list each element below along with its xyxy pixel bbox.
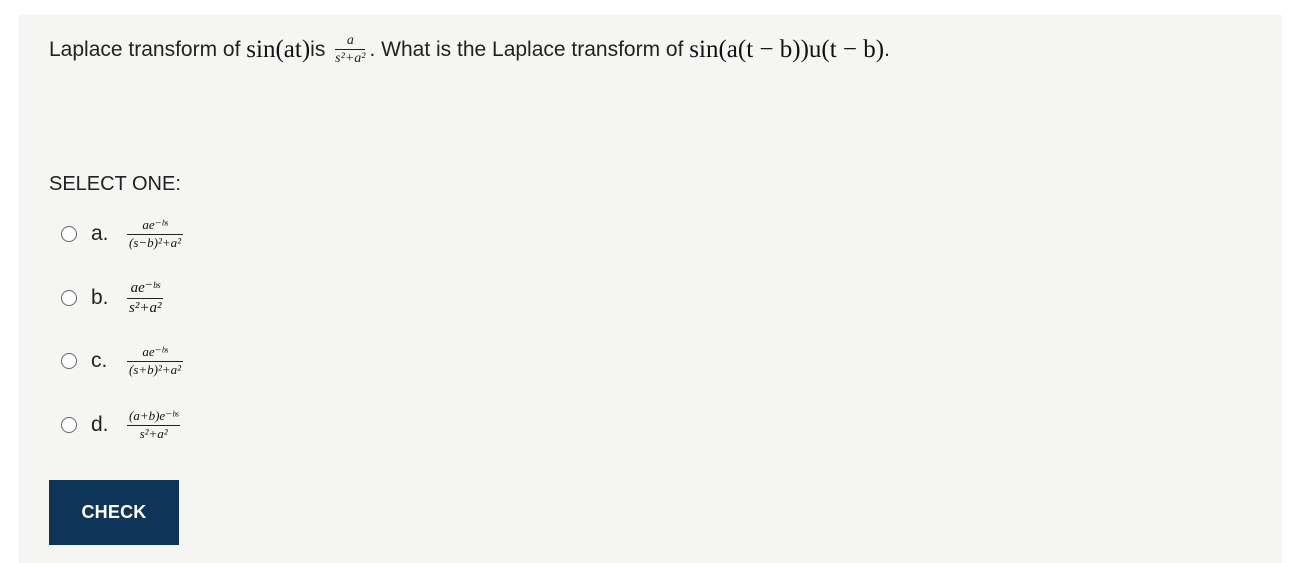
option-numerator: (a+b)e⁻ᵇˢ bbox=[129, 408, 179, 424]
check-button[interactable]: CHECK bbox=[49, 480, 179, 545]
option-b[interactable]: b. ae⁻ᵇˢ s²+a² bbox=[61, 277, 167, 319]
option-b-fraction: ae⁻ᵇˢ s²+a² bbox=[127, 280, 164, 316]
option-c[interactable]: c. ae⁻ᵇˢ (s+b)²+a² bbox=[61, 340, 187, 382]
question-middle: . What is the Laplace transform of bbox=[369, 37, 684, 61]
option-d[interactable]: d. (a+b)e⁻ᵇˢ s²+a² bbox=[61, 404, 184, 446]
fraction-bar bbox=[335, 49, 366, 51]
question-fraction-numerator: a bbox=[346, 33, 354, 48]
question-suffix: . bbox=[884, 37, 890, 61]
radio-button-d[interactable] bbox=[61, 417, 77, 433]
radio-button-b[interactable] bbox=[61, 290, 77, 306]
option-denominator: s²+a² bbox=[129, 299, 162, 316]
option-a[interactable]: a. ae⁻ᵇˢ (s−b)²+a² bbox=[61, 213, 187, 255]
option-numerator: ae⁻ᵇˢ bbox=[142, 217, 168, 233]
fraction-bar bbox=[127, 297, 164, 299]
option-letter: d. bbox=[91, 413, 109, 436]
question-fraction: a s²+a² bbox=[335, 33, 366, 67]
radio-button-a[interactable] bbox=[61, 226, 77, 242]
option-denominator: s²+a² bbox=[139, 425, 168, 441]
question-target: sin(a(t − b))u(t − b) bbox=[689, 35, 885, 63]
question-card: Laplace transform of sin(at) is a s²+a² … bbox=[19, 15, 1282, 563]
option-numerator: ae⁻ᵇˢ bbox=[142, 344, 168, 360]
question-text: Laplace transform of sin(at) is a s²+a² … bbox=[49, 33, 890, 67]
question-is: is bbox=[310, 37, 326, 61]
question-prefix: Laplace transform of bbox=[49, 37, 241, 61]
option-denominator: (s+b)²+a² bbox=[129, 361, 182, 377]
option-denominator: (s−b)²+a² bbox=[129, 234, 182, 250]
question-fraction-denominator: s²+a² bbox=[335, 51, 366, 67]
option-d-fraction: (a+b)e⁻ᵇˢ s²+a² bbox=[127, 408, 181, 441]
option-letter: a. bbox=[91, 222, 109, 245]
option-numerator: ae⁻ᵇˢ bbox=[130, 280, 160, 296]
option-letter: b. bbox=[91, 286, 109, 309]
question-sin-at: sin(at) bbox=[246, 35, 311, 63]
option-letter: c. bbox=[91, 349, 108, 372]
select-one-label: SELECT ONE: bbox=[49, 173, 181, 195]
option-a-fraction: ae⁻ᵇˢ (s−b)²+a² bbox=[127, 217, 184, 250]
option-c-fraction: ae⁻ᵇˢ (s+b)²+a² bbox=[127, 344, 184, 377]
radio-button-c[interactable] bbox=[61, 353, 77, 369]
